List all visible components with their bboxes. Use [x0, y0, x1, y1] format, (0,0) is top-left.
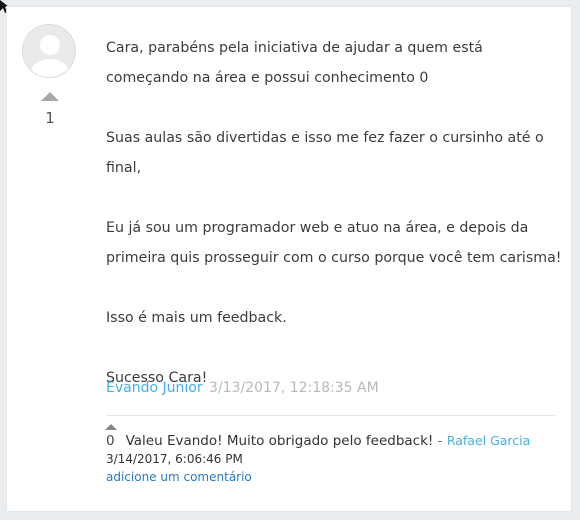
answer-timestamp: 3/13/2017, 12:18:35 AM [209, 380, 379, 396]
answer-body: Cara, parabéns pela iniciativa de ajudar… [106, 33, 562, 393]
answer-score: 1 [45, 109, 55, 127]
comment-timestamp: 3/14/2017, 6:06:46 PM [106, 452, 243, 466]
comment-separator: - [433, 433, 447, 449]
upvote-icon[interactable] [41, 92, 59, 101]
add-comment-link[interactable]: adicione um comentário [106, 470, 560, 484]
comment-upvote-icon[interactable] [105, 424, 117, 430]
user-placeholder-icon [22, 24, 76, 78]
answer-paragraph: Isso é mais um feedback. [106, 310, 287, 326]
comment-score: 0 [106, 433, 115, 449]
vote-column: 1 [22, 24, 78, 127]
comment-text: Valeu Evando! Muito obrigado pelo feedba… [125, 433, 434, 449]
comment-divider [106, 415, 556, 416]
answer-paragraph: Suas aulas são divertidas e isso me fez … [106, 130, 544, 176]
comment-item: 0 Valeu Evando! Muito obrigado pelo feedb… [104, 424, 560, 484]
comment-author-link[interactable]: Rafael Garcia [447, 433, 530, 448]
answer-paragraph: Eu já sou um programador web e atuo na á… [106, 220, 562, 266]
comment-line: 0 Valeu Evando! Muito obrigado pelo feedb… [104, 433, 560, 449]
answer-signature: Evando Junior 3/13/2017, 12:18:35 AM [106, 380, 379, 396]
answer-paragraph: Cara, parabéns pela iniciativa de ajudar… [106, 40, 483, 86]
answer-author-link[interactable]: Evando Junior [106, 380, 203, 396]
